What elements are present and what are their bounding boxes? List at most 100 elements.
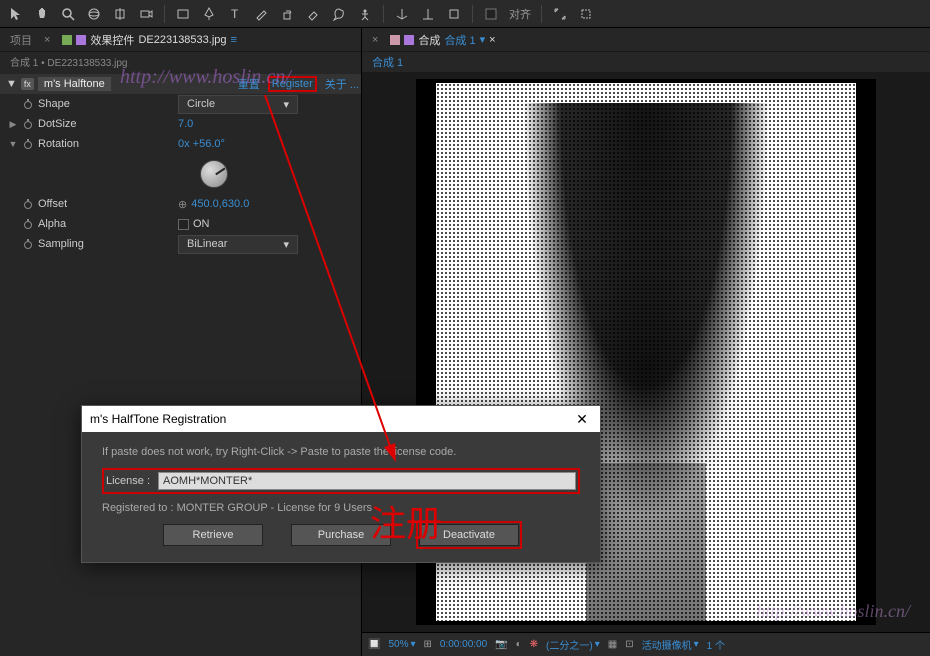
prop-shape-value[interactable]: Circle▾ (178, 95, 298, 114)
stopwatch-icon[interactable] (22, 218, 34, 230)
breadcrumb: 合成 1 • DE223138533.jpg (0, 52, 361, 72)
left-panel-tabs: 项目 × 效果控件 DE223138533.jpg ≡ (0, 28, 361, 52)
prop-shape: Shape Circle▾ (0, 94, 361, 114)
stopwatch-icon[interactable] (22, 118, 34, 130)
close-icon[interactable]: ✕ (572, 411, 592, 428)
axis-view-icon[interactable] (442, 3, 466, 25)
prop-dotsize: ▶ DotSize 7.0 (0, 114, 361, 134)
region-icon[interactable]: ▦ (608, 639, 617, 650)
reset-link[interactable]: 重置 (238, 76, 260, 92)
separator (164, 5, 165, 23)
prop-dotsize-label: DotSize (38, 118, 178, 130)
stopwatch-icon[interactable] (22, 238, 34, 250)
tab-close-icon[interactable]: × (44, 34, 50, 46)
rotation-dial-row (0, 154, 361, 194)
prop-dotsize-value[interactable]: 7.0 (178, 118, 193, 130)
prop-sampling-value[interactable]: BiLinear▾ (178, 235, 298, 254)
rotation-dial[interactable] (200, 160, 228, 188)
resolution-dropdown[interactable]: (二分之一) ▾ (546, 637, 600, 652)
prop-offset-value[interactable]: 450.0,630.0 (191, 198, 249, 210)
comp-breadcrumb-link[interactable]: 合成 1 (372, 57, 403, 69)
stopwatch-icon[interactable] (22, 138, 34, 150)
search-icon[interactable] (574, 3, 598, 25)
text-tool-icon[interactable]: T (223, 3, 247, 25)
fx-badge[interactable]: fx (21, 78, 34, 90)
prop-alpha-label: Alpha (38, 218, 178, 230)
breadcrumb-file[interactable]: DE223138533.jpg (47, 58, 127, 69)
axis-local-icon[interactable] (390, 3, 414, 25)
snapshot-icon[interactable]: 📷 (495, 639, 507, 650)
dialog-hint: If paste does not work, try Right-Click … (102, 446, 580, 458)
channel-icon[interactable]: ◐ (516, 639, 522, 650)
resolution-icon[interactable]: ⊞ (424, 639, 432, 650)
registration-dialog: m's HalfTone Registration ✕ If paste doe… (81, 405, 601, 563)
zoom-level[interactable]: 50% ▾ (388, 639, 415, 650)
camera-dropdown[interactable]: 活动摄像机 ▾ (642, 637, 699, 652)
camera-tool-icon[interactable] (134, 3, 158, 25)
views-dropdown[interactable]: 1 个 (707, 637, 725, 652)
twirl-icon[interactable]: ▼ (9, 139, 18, 149)
expand-icon[interactable] (548, 3, 572, 25)
comp-breadcrumb: 合成 1 (362, 52, 930, 72)
about-link[interactable]: 关于 ... (325, 76, 359, 92)
effect-name[interactable]: m's Halftone (38, 77, 111, 91)
tab-composition[interactable]: 合成 合成 1 ▾ × (390, 32, 495, 48)
chevron-down-icon: ▾ (283, 238, 289, 251)
effect-twirl-icon[interactable]: ▼ (6, 78, 17, 90)
viewer-footer: 🔲 50% ▾ ⊞ 0:00:00:00 📷 ◐ ❋ (二分之一) ▾ ▦ ⊡ … (362, 632, 930, 656)
rotate-tool-icon[interactable] (108, 3, 132, 25)
tab-menu-icon[interactable]: ≡ (231, 34, 237, 46)
alpha-checkbox[interactable] (178, 219, 189, 230)
registered-to: Registered to : MONTER GROUP - License f… (102, 502, 580, 514)
eraser-tool-icon[interactable] (301, 3, 325, 25)
roto-tool-icon[interactable] (327, 3, 351, 25)
register-link[interactable]: Register (268, 76, 317, 92)
separator (472, 5, 473, 23)
tab-effects[interactable]: 效果控件 DE223138533.jpg ≡ (62, 32, 237, 48)
right-panel-tabs: × 合成 合成 1 ▾ × (362, 28, 930, 52)
snap-checkbox[interactable] (479, 3, 503, 25)
stopwatch-icon[interactable] (22, 198, 34, 210)
color-icon[interactable]: ❋ (530, 639, 538, 650)
tab-close-icon[interactable]: × (489, 34, 495, 46)
hand-tool-icon[interactable] (30, 3, 54, 25)
prop-rotation-label: Rotation (38, 138, 178, 150)
zoom-tool-icon[interactable] (56, 3, 80, 25)
purchase-button[interactable]: Purchase (291, 524, 391, 546)
tab-close-icon[interactable]: × (372, 34, 378, 46)
top-toolbar: T 对齐 (0, 0, 930, 28)
dialog-buttons: Retrieve Purchase Deactivate (102, 524, 580, 546)
license-row: License : (102, 468, 580, 494)
puppet-tool-icon[interactable] (353, 3, 377, 25)
prop-alpha-value: ON (193, 218, 210, 230)
prop-shape-label: Shape (38, 98, 178, 110)
deactivate-button[interactable]: Deactivate (419, 524, 519, 546)
axis-world-icon[interactable] (416, 3, 440, 25)
prop-offset-label: Offset (38, 198, 178, 210)
orbit-tool-icon[interactable] (82, 3, 106, 25)
separator (383, 5, 384, 23)
time-display[interactable]: 0:00:00:00 (440, 639, 487, 650)
grid-icon[interactable]: ⊡ (625, 639, 633, 650)
retrieve-button[interactable]: Retrieve (163, 524, 263, 546)
magnify-icon[interactable]: 🔲 (368, 639, 380, 650)
crosshair-icon[interactable]: ⊕ (178, 198, 187, 211)
tab-comp-name: 合成 1 (444, 32, 475, 48)
breadcrumb-comp[interactable]: 合成 1 (10, 58, 38, 69)
separator (541, 5, 542, 23)
tab-effects-label: 效果控件 (90, 32, 134, 48)
pen-tool-icon[interactable] (197, 3, 221, 25)
dialog-titlebar[interactable]: m's HalfTone Registration ✕ (82, 406, 600, 432)
stopwatch-icon[interactable] (22, 98, 34, 110)
prop-rotation: ▼ Rotation 0x +56.0° (0, 134, 361, 154)
selection-tool-icon[interactable] (4, 3, 28, 25)
tab-project[interactable]: 项目 (10, 32, 32, 48)
license-label: License : (106, 475, 150, 487)
brush-tool-icon[interactable] (249, 3, 273, 25)
rect-tool-icon[interactable] (171, 3, 195, 25)
prop-rotation-value[interactable]: 0x +56.0° (178, 138, 225, 150)
license-input[interactable] (158, 472, 576, 490)
clone-tool-icon[interactable] (275, 3, 299, 25)
twirl-icon[interactable]: ▶ (10, 119, 17, 130)
svg-text:T: T (231, 7, 239, 21)
